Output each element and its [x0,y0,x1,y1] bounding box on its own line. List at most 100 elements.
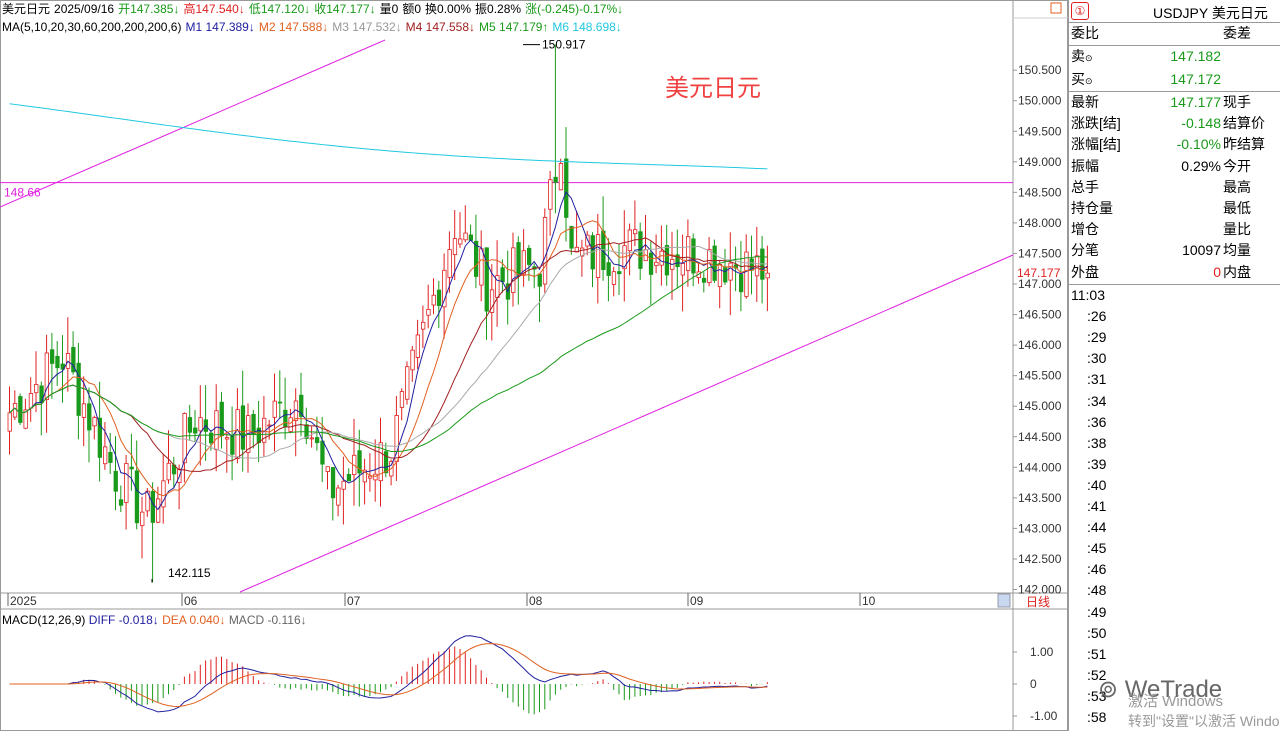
price-tick-label: 150.000 [1018,94,1062,108]
macd-diff: DIFF -0.018↓ [88,613,159,627]
quote-value: 0 [1213,263,1221,280]
volume-value: 量0 [379,2,399,16]
candle-body [484,247,489,312]
candle-body [283,409,288,428]
candle-body [193,427,198,434]
candle-body [415,334,421,358]
tick-time: :29 [1087,329,1107,346]
candle-body [92,417,97,427]
candle-body [680,263,685,276]
quote-row: 持仓量 最低 [1069,198,1280,219]
ma-m4: M4 147.558↓ [405,20,476,34]
candle-body [367,475,373,479]
macd-dea: DEA 0.040↓ [162,613,226,627]
tick-time: :45 [1087,540,1107,557]
candle-body [564,158,569,218]
time-tick-label: 09 [690,594,704,608]
quote-label-right: 结算价 [1223,115,1265,132]
quote-label-right: 昨结算 [1223,136,1265,153]
macd-legend: MACD(12,26,9) DIFF -0.018↓ DEA 0.040↓ MA… [2,613,307,627]
candle-body [113,470,118,492]
quote-label-right: 今开 [1223,157,1251,174]
quote-value: 0.29% [1181,157,1221,174]
candle-body [569,226,574,249]
candle-body [81,403,87,418]
candle-body [314,437,320,444]
price-tick-label: 149.000 [1018,155,1062,169]
price-tick-label: 145.000 [1018,399,1062,413]
upper-trendline [0,39,386,208]
quote-label-right: 均量 [1223,242,1251,259]
tick-time: :30 [1087,350,1107,367]
candle-body [150,490,156,523]
ma-line-20 [9,237,768,472]
candle-body [686,236,691,271]
candle-body [50,349,55,364]
quote-row: 总手 最高 [1069,177,1280,198]
candle-body [431,294,436,306]
tick-time: :51 [1087,645,1107,662]
candle-body [18,396,23,423]
bid-ask-diff-label: 委差 [1223,25,1251,41]
candle-body [548,179,553,210]
quote-label: 最新 [1071,94,1099,110]
ma-m6: M6 148.698↓ [552,20,622,34]
candle-body [12,403,18,418]
candle-body [606,262,611,276]
candle-body [336,487,341,506]
tick-time: :40 [1087,476,1107,493]
candle-body [542,217,548,285]
macd-tick-label: 1.00 [1030,645,1054,659]
candle-body [739,274,744,293]
overlay-title: 美元日元 [665,75,761,102]
candle-body [399,391,405,408]
badge-icon[interactable]: ① [1071,2,1089,20]
candle-body [346,474,352,482]
quote-label: 分笔 [1071,242,1099,259]
candle-body [108,451,113,463]
candle-body [87,403,92,431]
price-tick-label: 143.500 [1018,491,1062,505]
quote-panel: ① USDJPY 美元日元 委比 委差 卖⊙ 147.182 买⊙ 147.172 最… [1068,0,1280,731]
windows-activation-line2: 转到"设置"以激活 Windo [1128,713,1280,729]
quote-label: 振幅 [1071,157,1099,174]
candle-body [664,245,670,276]
ma-m3: M3 147.532↓ [332,20,402,34]
tick-time: :44 [1087,519,1107,536]
ma-m2: M2 147.588↓ [258,20,329,34]
quote-row: 涨跌[结] -0.148 结算价 [1069,113,1280,134]
candle-body [654,261,659,266]
candle-body [595,234,601,279]
quote-label-right: 最低 [1223,200,1251,216]
candle-body [166,462,171,481]
quote-label: 涨跌[结] [1071,115,1121,132]
tick-time: :48 [1087,582,1107,599]
ma-line-200 [9,103,768,170]
time-tick-label: 08 [529,594,543,608]
ohlc-info-bar: 美元日元 2025/09/16 开147.385↓ 高147.540↓ 低147.120… [2,1,627,17]
quote-label-right: 量比 [1223,221,1251,238]
candle-body [277,401,283,404]
quote-label-right: 最高 [1223,178,1251,195]
sell-price: 147.182 [1170,48,1221,64]
high-value: 高147.540↓ [183,2,245,16]
ma-line-5 [9,191,768,511]
candle-body [633,229,638,235]
candle-body [516,242,521,276]
candle-body [325,466,330,472]
candle-body [458,238,463,245]
candle-body [659,250,664,266]
date-label: 2025/09/16 [54,2,115,16]
open-value: 开147.385↓ [118,2,180,16]
ma-label: MA(5,10,20,30,60,200,200,200,6) [2,20,182,34]
candle-body [527,247,532,265]
tick-time: :46 [1087,561,1107,578]
quote-label: 增仓 [1071,221,1099,238]
candle-body [452,238,458,256]
candle-body [55,355,60,369]
candle-body [744,251,749,297]
quote-label-right: 内盘 [1223,263,1251,280]
quote-row: 外盘 0 内盘 [1069,262,1280,283]
tick-time: :58 [1087,709,1107,725]
tick-time: :50 [1087,624,1107,641]
